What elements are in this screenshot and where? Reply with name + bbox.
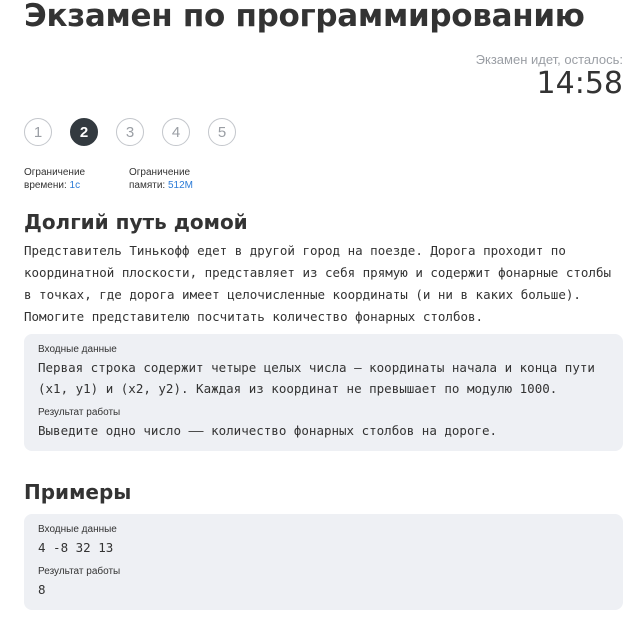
input-description: Первая строка содержит четыре целых числ… xyxy=(38,360,603,396)
memory-limit: Ограничение памяти: 512М xyxy=(129,166,234,192)
time-limit-label: времени: xyxy=(24,180,67,191)
task-statement: Представитель Тинькофф едет в другой гор… xyxy=(24,243,611,324)
step-2-button[interactable]: 2 xyxy=(70,118,98,146)
time-limit-value: 1с xyxy=(69,180,81,191)
step-1-button[interactable]: 1 xyxy=(24,118,52,146)
memory-limit-line1: Ограничение xyxy=(129,167,191,178)
step-5-button[interactable]: 5 xyxy=(208,118,236,146)
memory-limit-line2: памяти: 512М xyxy=(129,179,234,192)
memory-limit-label: памяти: xyxy=(129,180,166,191)
page-title: Экзамен по программированию xyxy=(24,0,585,34)
time-limit-line2: времени: 1с xyxy=(24,179,129,192)
example-output-label: Результат работы xyxy=(38,566,121,577)
example-output-value: 8 xyxy=(38,582,46,597)
time-limit-line1: Ограничение xyxy=(24,167,86,178)
examples-title: Примеры xyxy=(24,480,132,504)
timer-label: Экзамен идет, осталось: xyxy=(475,52,623,67)
memory-limit-value: 512М xyxy=(168,180,194,191)
example-input-value: 4 -8 32 13 xyxy=(38,540,114,555)
limits: Ограничение времени: 1с Ограничение памя… xyxy=(24,166,234,192)
step-3-button[interactable]: 3 xyxy=(116,118,144,146)
io-description-box: Входные данные Первая строка содержит че… xyxy=(24,334,623,451)
example-input-label: Входные данные xyxy=(38,524,117,535)
step-4-button[interactable]: 4 xyxy=(162,118,190,146)
output-description: Выведите одно число –– количество фонарн… xyxy=(38,423,498,438)
task-title: Долгий путь домой xyxy=(24,210,248,234)
input-label: Входные данные xyxy=(38,344,117,355)
task-stepper: 1 2 3 4 5 xyxy=(24,118,254,146)
timer-value: 14:58 xyxy=(536,66,623,101)
output-label: Результат работы xyxy=(38,407,121,418)
example-box: Входные данные 4 -8 32 13 Результат рабо… xyxy=(24,514,623,610)
time-limit: Ограничение времени: 1с xyxy=(24,166,129,192)
